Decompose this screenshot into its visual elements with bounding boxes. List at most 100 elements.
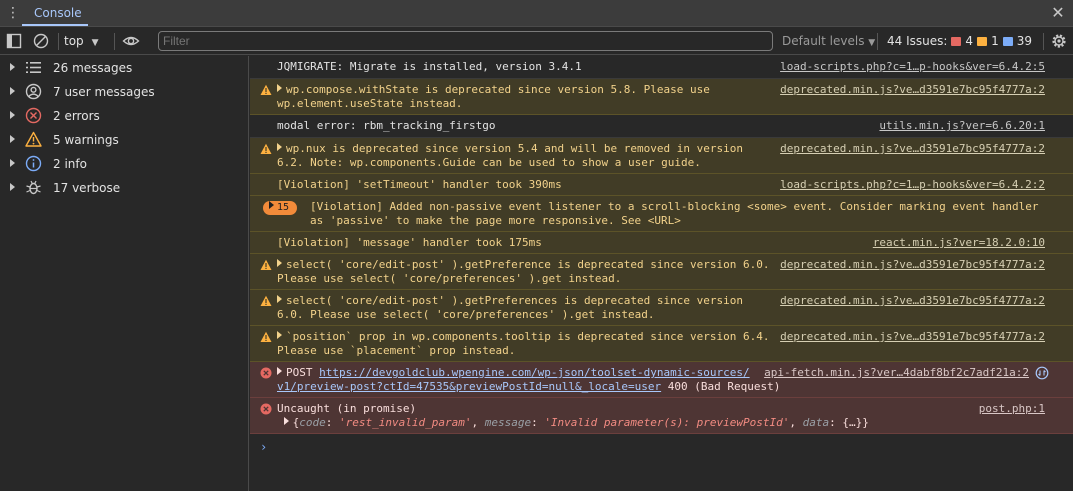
message-text: select( 'core/edit-post' ).getPreference… xyxy=(277,294,743,322)
repeat-count-badge[interactable]: 15 xyxy=(263,201,297,215)
sidebar-toggle-icon[interactable] xyxy=(5,32,23,50)
issues-counter[interactable]: 44 Issues: 4 1 39 xyxy=(887,33,1032,50)
toolbar-separator xyxy=(114,33,115,50)
expand-arrow-icon[interactable] xyxy=(10,183,15,191)
source-link[interactable]: utils.min.js?ver=6.6.20:1 xyxy=(879,119,1045,133)
toolbar-separator xyxy=(1043,33,1044,50)
source-link[interactable]: deprecated.min.js?ve…d3591e7bc95f4777a:2 xyxy=(780,294,1045,308)
network-request-icon[interactable] xyxy=(1035,366,1049,380)
object-key: data xyxy=(802,416,830,429)
list-icon xyxy=(26,62,41,73)
levels-label: Default levels xyxy=(782,34,865,48)
source-link[interactable]: post.php:1 xyxy=(979,402,1045,416)
warning-flag-icon xyxy=(977,37,988,46)
object-key: code xyxy=(299,416,326,429)
source-link[interactable]: deprecated.min.js?ve…d3591e7bc95f4777a:2 xyxy=(780,258,1045,272)
object-value: 'Invalid parameter(s): previewPostId' xyxy=(544,416,790,429)
expand-arrow-icon[interactable] xyxy=(283,417,289,425)
expand-arrow-icon[interactable] xyxy=(277,84,282,92)
expand-arrow-icon[interactable] xyxy=(10,111,15,119)
source-link[interactable]: react.min.js?ver=18.2.0:10 xyxy=(873,236,1045,250)
source-link[interactable]: deprecated.min.js?ve…d3591e7bc95f4777a:2 xyxy=(780,83,1045,97)
console-violation: [Violation] 'setTimeout' handler took 39… xyxy=(250,174,1073,196)
request-url-link[interactable]: v1/preview-post?ctId=47535&previewPostId… xyxy=(277,380,661,393)
context-value: top xyxy=(64,34,84,48)
sidebar-item-warnings[interactable]: 5 warnings xyxy=(0,128,249,152)
source-link[interactable]: deprecated.min.js?ve…d3591e7bc95f4777a:2 xyxy=(780,142,1045,156)
sidebar-item-label: 7 user messages xyxy=(53,85,155,99)
message-line: `position` prop in wp.components.tooltip… xyxy=(286,330,770,343)
source-link[interactable]: api-fetch.min.js?ver…4dabf8bf2c7adf21a:2 xyxy=(764,366,1029,380)
console-toolbar: top ▼ Default levels ▼ 44 Issues: 4 1 39 xyxy=(0,28,1073,55)
eye-icon[interactable] xyxy=(122,32,140,50)
console-warning: select( 'core/edit-post' ).getPreference… xyxy=(250,254,1073,290)
message-line: wp.element.useState instead. xyxy=(277,97,463,110)
user-icon xyxy=(25,83,42,100)
console-error: POST https://devgoldclub.wpengine.com/wp… xyxy=(250,362,1073,398)
expand-arrow-icon[interactable] xyxy=(277,295,282,303)
request-url-link[interactable]: https://devgoldclub.wpengine.com/wp-json… xyxy=(319,366,749,379)
more-tabs-icon[interactable]: ⋮ xyxy=(6,5,20,21)
expand-arrow-icon[interactable] xyxy=(277,143,282,151)
expand-arrow-icon[interactable] xyxy=(10,63,15,71)
console-warning: wp.nux is deprecated since version 5.4 a… xyxy=(250,138,1073,174)
message-line: Please use `placement` prop instead. xyxy=(277,344,516,357)
sidebar-item-user-messages[interactable]: 7 user messages xyxy=(0,80,249,104)
console-violation: [Violation] 'message' handler took 175ms… xyxy=(250,232,1073,254)
sidebar-item-label: 2 errors xyxy=(53,109,100,123)
message-text: [Violation] 'message' handler took 175ms xyxy=(277,236,542,249)
expand-arrow-icon[interactable] xyxy=(10,159,15,167)
clear-console-icon[interactable] xyxy=(32,32,50,50)
message-line: 6.0. Please use select( 'core/preference… xyxy=(277,308,655,321)
expand-arrow-icon xyxy=(269,201,274,209)
console-messages: JQMIGRATE: Migrate is installed, version… xyxy=(250,56,1073,491)
message-line: Uncaught (in promise) xyxy=(277,402,417,415)
expand-arrow-icon[interactable] xyxy=(277,331,282,339)
gear-icon[interactable] xyxy=(1050,32,1068,50)
message-text: JQMIGRATE: Migrate is installed, version… xyxy=(277,60,582,73)
message-line: 6.2. Note: wp.components.Guide can be us… xyxy=(277,156,701,169)
source-link[interactable]: load-scripts.php?c=1…p-hooks&ver=6.4.2:2 xyxy=(780,178,1045,192)
message-line: wp.nux is deprecated since version 5.4 a… xyxy=(286,142,743,155)
message-text: [Violation] 'setTimeout' handler took 39… xyxy=(277,178,562,191)
sidebar-item-messages[interactable]: 26 messages xyxy=(0,56,249,80)
expand-arrow-icon[interactable] xyxy=(277,367,282,375)
expand-arrow-icon[interactable] xyxy=(10,87,15,95)
source-link[interactable]: deprecated.min.js?ve…d3591e7bc95f4777a:2 xyxy=(780,330,1045,344)
response-status: 400 (Bad Request) xyxy=(667,380,781,393)
expand-arrow-icon[interactable] xyxy=(10,135,15,143)
object-key: message xyxy=(484,416,532,429)
log-levels-dropdown[interactable]: Default levels ▼ xyxy=(782,33,875,50)
message-line: select( 'core/edit-post' ).getPreference… xyxy=(286,258,770,271)
devtools-tabbar: ⋮ Console ✕ xyxy=(0,0,1073,27)
info-flag-icon xyxy=(1002,37,1013,46)
console-error: Uncaught (in promise) {code: 'rest_inval… xyxy=(250,398,1073,434)
message-text: modal error: rbm_tracking_firstgo xyxy=(277,119,496,132)
object-value: {…} xyxy=(842,416,863,429)
close-icon[interactable]: ✕ xyxy=(1049,4,1067,22)
console-message: modal error: rbm_tracking_firstgo utils.… xyxy=(250,115,1073,138)
context-selector[interactable]: top ▼ xyxy=(64,33,99,50)
filter-input[interactable] xyxy=(158,31,773,51)
console-warning: `position` prop in wp.components.tooltip… xyxy=(250,326,1073,362)
object-value: 'rest_invalid_param' xyxy=(339,416,472,429)
bug-icon xyxy=(26,180,41,195)
repeat-count: 15 xyxy=(277,202,290,213)
sidebar-item-info[interactable]: 2 info xyxy=(0,152,249,176)
sidebar-item-verbose[interactable]: 17 verbose xyxy=(0,176,249,200)
message-text: wp.compose.withState is deprecated since… xyxy=(277,83,710,111)
expand-arrow-icon[interactable] xyxy=(277,259,282,267)
message-text: POST https://devgoldclub.wpengine.com/wp… xyxy=(277,366,780,394)
message-text: [Violation] Added non-passive event list… xyxy=(310,200,1038,228)
message-line: select( 'core/edit-post' ).getPreference… xyxy=(286,294,743,307)
warning-icon xyxy=(260,259,272,270)
warning-icon xyxy=(260,295,272,306)
tab-console[interactable]: Console xyxy=(22,0,94,27)
source-link[interactable]: load-scripts.php?c=1…p-hooks&ver=6.4.2:5 xyxy=(780,60,1045,74)
issues-error-count: 4 xyxy=(965,34,974,48)
message-line: [Violation] Added non-passive event list… xyxy=(310,200,1039,213)
object-brace: } xyxy=(862,416,869,429)
console-prompt[interactable]: › xyxy=(260,440,267,454)
sidebar-item-errors[interactable]: 2 errors xyxy=(0,104,249,128)
console-sidebar: 26 messages 7 user messages 2 errors 5 w… xyxy=(0,56,249,491)
